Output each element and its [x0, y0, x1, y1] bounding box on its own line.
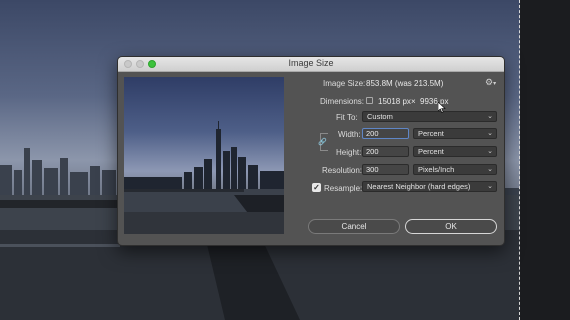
chevron-down-icon: ⌄: [487, 166, 493, 173]
fit-to-select[interactable]: Custom ⌄: [362, 111, 497, 122]
resolution-unit-value: Pixels/Inch: [418, 165, 455, 174]
height-input[interactable]: 200: [362, 146, 409, 157]
resample-checkbox[interactable]: ✓: [312, 183, 321, 192]
fit-to-label: Fit To:: [336, 113, 358, 122]
height-unit-select[interactable]: Percent ⌄: [413, 146, 497, 157]
width-input[interactable]: 200: [362, 128, 409, 139]
resample-label[interactable]: Resample:: [324, 184, 362, 193]
dialog-title: Image Size: [288, 58, 334, 68]
checkmark-icon: ✓: [313, 183, 320, 192]
width-label: Width:: [338, 130, 361, 139]
dimensions-label: Dimensions:: [320, 97, 365, 106]
height-label: Height:: [336, 148, 362, 157]
dimensions-unit-icon[interactable]: [366, 97, 373, 104]
resolution-input[interactable]: 300: [362, 164, 409, 175]
height-unit-value: Percent: [418, 147, 444, 156]
chevron-down-icon: ⌄: [487, 183, 493, 190]
preview-skyline: [124, 121, 284, 234]
dimensions-width: 15018 px: [378, 97, 411, 106]
fit-to-value: Custom: [367, 112, 393, 121]
width-unit-value: Percent: [418, 129, 444, 138]
resample-value: Nearest Neighbor (hard edges): [367, 182, 471, 191]
image-size-dialog: Image Size Image Size: 853.8M (was 213.5…: [117, 56, 505, 246]
ok-button[interactable]: OK: [405, 219, 497, 234]
width-unit-select[interactable]: Percent ⌄: [413, 128, 497, 139]
selection-marquee: [519, 0, 520, 320]
arrow-cursor-icon: [438, 102, 446, 113]
chevron-down-icon: ⌄: [487, 113, 493, 120]
resample-select[interactable]: Nearest Neighbor (hard edges) ⌄: [362, 181, 497, 192]
chevron-down-icon: ⌄: [487, 148, 493, 155]
cancel-button[interactable]: Cancel: [308, 219, 400, 234]
image-size-label: Image Size:: [323, 79, 366, 88]
resolution-unit-select[interactable]: Pixels/Inch ⌄: [413, 164, 497, 175]
gear-icon[interactable]: ⚙▾: [485, 77, 496, 88]
resolution-label: Resolution:: [322, 166, 363, 175]
image-size-value: 853.8M (was 213.5M): [366, 79, 444, 88]
link-icon[interactable]: 🔗: [318, 138, 327, 146]
dimensions-separator: ×: [411, 97, 416, 106]
right-panel: [520, 0, 570, 320]
dialog-titlebar[interactable]: Image Size: [118, 57, 504, 72]
chevron-down-icon: ⌄: [487, 130, 493, 137]
image-preview[interactable]: [124, 77, 284, 234]
